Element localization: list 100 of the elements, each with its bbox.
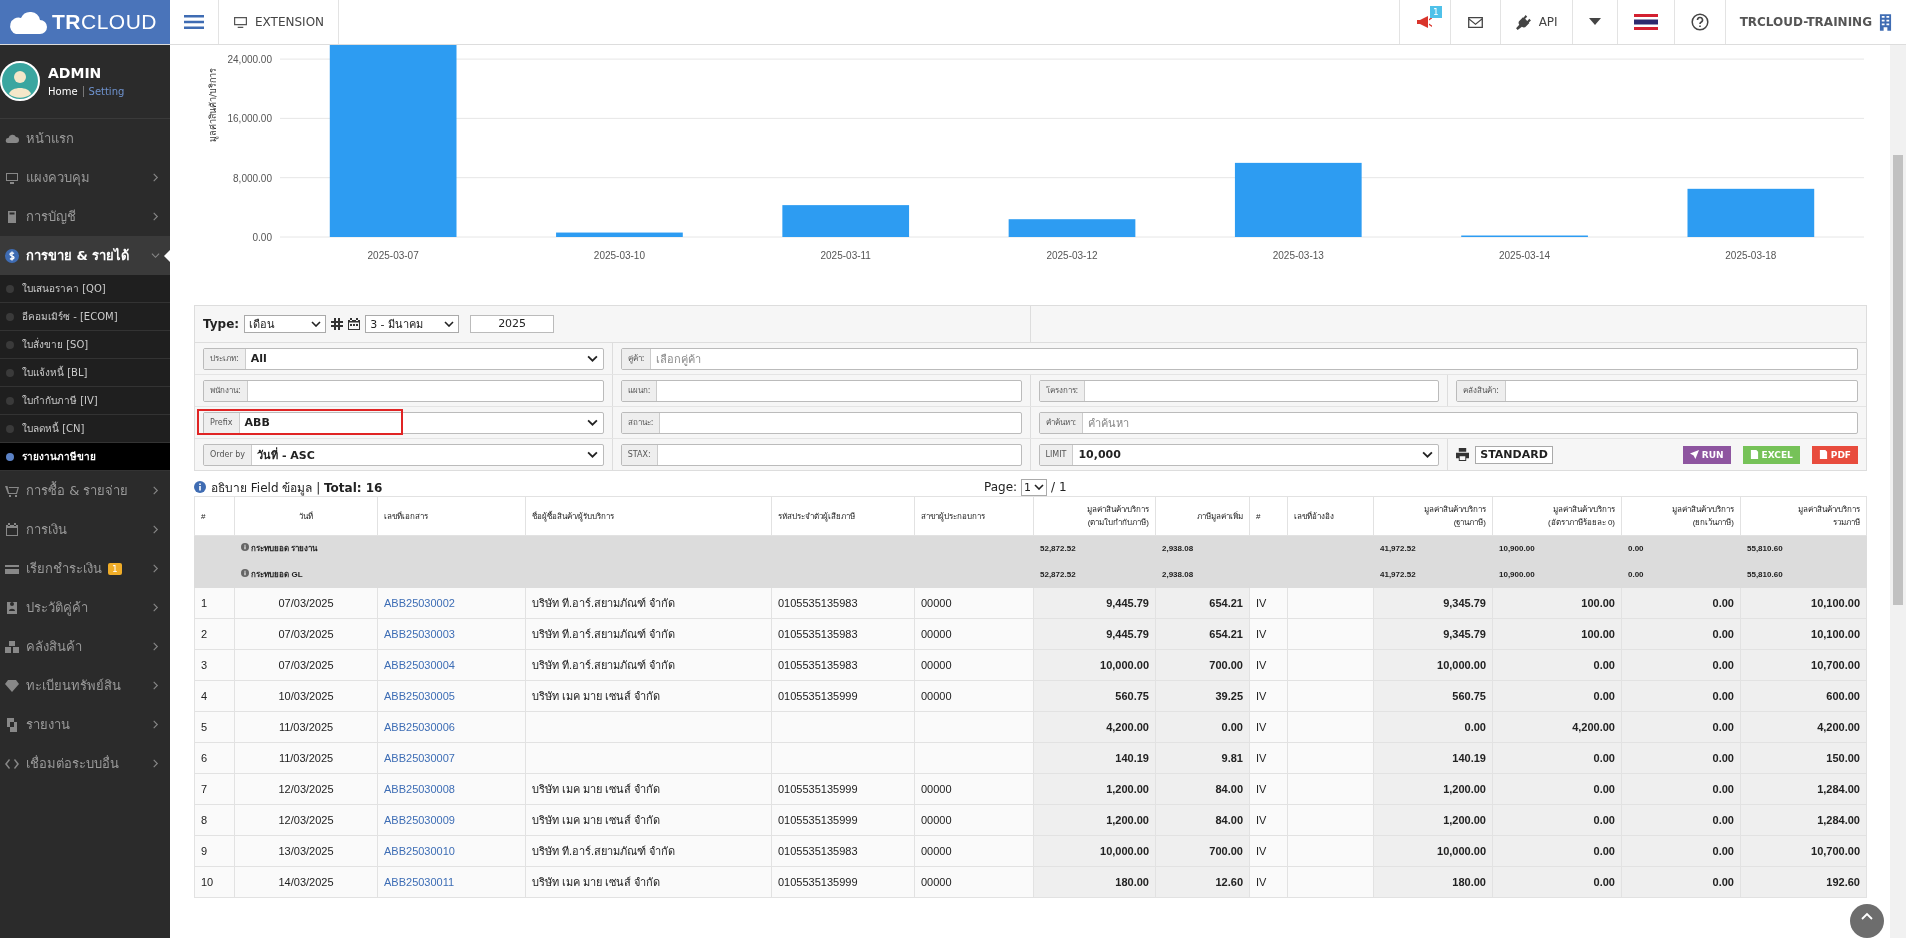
table-cell: 00000 bbox=[921, 659, 952, 671]
sidebar-item[interactable]: แผงควบคุม bbox=[0, 158, 170, 197]
submenu-item[interactable]: ใบเสนอราคา [QO] bbox=[0, 275, 170, 303]
table-cell: 700.00 bbox=[1209, 845, 1243, 857]
file-icon bbox=[1749, 450, 1759, 459]
submenu-item[interactable]: อีคอมเมิร์ซ - [ECOM] bbox=[0, 303, 170, 331]
submenu-item[interactable]: ใบสั่งขาย [SO] bbox=[0, 331, 170, 359]
document-link[interactable]: ABB25030002 bbox=[384, 597, 455, 609]
table-cell: 0105535135983 bbox=[778, 628, 858, 640]
select-field[interactable]: LIMIT 10,000 bbox=[1038, 443, 1440, 466]
table-cell: 11/03/2025 bbox=[278, 721, 334, 733]
table-cell: 9,445.79 bbox=[1106, 628, 1149, 640]
sidebar-item[interactable]: การเงิน bbox=[0, 510, 170, 549]
action-button[interactable]: PDF bbox=[1811, 445, 1858, 464]
input-field[interactable]: พนักงาน: bbox=[203, 379, 604, 402]
sidebar-item[interactable]: การซื้อ & รายจ่าย bbox=[0, 471, 170, 510]
document-link[interactable]: ABB25030007 bbox=[384, 752, 455, 764]
column-header: มูลค่าสินค้า/บริการ (ยกเว้นภาษี) bbox=[1621, 496, 1741, 536]
submenu-item[interactable]: ใบลดหนี้ [CN] bbox=[0, 415, 170, 443]
count-badge: 1 bbox=[108, 562, 122, 575]
logo[interactable]: TRCLOUD bbox=[0, 0, 170, 44]
table-title: อธิบาย Field ข้อมูล | Total: 16 bbox=[211, 479, 383, 497]
summary-cell: 55,810.60 bbox=[1740, 535, 1867, 562]
sidebar-item[interactable]: การขาย & รายได้ bbox=[0, 236, 170, 275]
input-field[interactable]: สถานะ: bbox=[620, 411, 1022, 434]
document-link[interactable]: ABB25030008 bbox=[384, 783, 455, 795]
sidebar-item[interactable]: เชื่อมต่อระบบอื่น bbox=[0, 744, 170, 783]
document-link[interactable]: ABB25030009 bbox=[384, 814, 455, 826]
table-cell: IV bbox=[1256, 783, 1267, 795]
submenu-item[interactable]: รายงานภาษีขาย bbox=[0, 443, 170, 471]
menu-item-icon bbox=[4, 677, 20, 694]
select-field[interactable]: ประเภท: All bbox=[203, 347, 604, 370]
table-cell: 11/03/2025 bbox=[278, 752, 334, 764]
sidebar-item[interactable]: ทะเบียนทรัพย์สิน bbox=[0, 666, 170, 705]
summary-cell: 0.00 bbox=[1621, 535, 1741, 562]
sidebar-item[interactable]: ประวัติคู่ค้า bbox=[0, 588, 170, 627]
monitor-icon bbox=[233, 15, 248, 29]
table-cell: 3 bbox=[201, 659, 208, 671]
format-select[interactable]: STANDARD bbox=[1475, 445, 1554, 464]
select-field[interactable]: Order by วันที่ - ASC bbox=[203, 443, 604, 466]
document-link[interactable]: ABB25030011 bbox=[384, 876, 455, 888]
sidebar-item[interactable]: รายงาน bbox=[0, 705, 170, 744]
table-cell: 140.19 bbox=[1115, 752, 1149, 764]
summary-cell: 0.00 bbox=[1621, 561, 1741, 588]
document-link[interactable]: ABB25030005 bbox=[384, 690, 455, 702]
table-cell: 00000 bbox=[921, 876, 952, 888]
table-cell: 4,200.00 bbox=[1817, 721, 1860, 733]
input-field[interactable]: แผนก: bbox=[620, 379, 1022, 402]
submenu-item[interactable]: ใบแจ้งหนี้ [BL] bbox=[0, 359, 170, 387]
profile-link[interactable]: Home bbox=[48, 85, 83, 97]
input-field[interactable]: คลังสินค้า: bbox=[1456, 379, 1858, 402]
sidebar-item[interactable]: หน้าแรก bbox=[0, 119, 170, 158]
axis-category-label: 2025-03-11 bbox=[820, 250, 871, 261]
select-field[interactable]: Prefix ABB bbox=[203, 411, 604, 434]
table-cell: 39.25 bbox=[1215, 690, 1243, 702]
axis-category-label: 2025-03-12 bbox=[1046, 250, 1098, 261]
document-link[interactable]: ABB25030006 bbox=[384, 721, 455, 733]
table-cell: บริษัท ที.อาร์.สยามภัณฑ์ จำกัด bbox=[532, 845, 676, 857]
file-icon bbox=[1818, 450, 1828, 459]
table-cell: 9.81 bbox=[1221, 752, 1243, 764]
table-cell: บริษัท เมค มาย เซนส์ จำกัด bbox=[532, 876, 661, 888]
megaphone-icon bbox=[1415, 14, 1434, 30]
info-icon bbox=[241, 543, 249, 551]
cloud-icon bbox=[8, 9, 48, 35]
table-cell: 0.00 bbox=[1712, 876, 1734, 888]
month-select[interactable]: 3 - มีนาคม bbox=[365, 315, 460, 333]
submenu-item[interactable]: ใบกำกับภาษี [IV] bbox=[0, 387, 170, 415]
input-field[interactable]: คู่ค้า: เลือกคู่ค้า bbox=[620, 347, 1858, 370]
summary-cell: 10,900.00 bbox=[1492, 535, 1622, 562]
table-cell: 5 bbox=[201, 721, 208, 733]
table-cell: 0105535135999 bbox=[778, 783, 858, 795]
scrollbar[interactable] bbox=[1890, 45, 1906, 938]
table-cell: 12/03/2025 bbox=[278, 783, 334, 795]
table-cell: 00000 bbox=[921, 628, 952, 640]
scroll-top-button[interactable] bbox=[1850, 904, 1884, 938]
page-count: / 1 bbox=[1051, 480, 1067, 494]
document-link[interactable]: ABB25030010 bbox=[384, 845, 455, 857]
type-select[interactable]: เดือน bbox=[244, 315, 327, 333]
table-cell: บริษัท ที.อาร์.สยามภัณฑ์ จำกัด bbox=[532, 628, 676, 640]
document-link[interactable]: ABB25030003 bbox=[384, 628, 455, 640]
paper-plane-icon bbox=[1689, 450, 1699, 459]
table-cell: 600.00 bbox=[1826, 690, 1860, 702]
summary-cell: 52,872.52 bbox=[1033, 561, 1156, 588]
table-cell: 07/03/2025 bbox=[278, 597, 334, 609]
input-field[interactable]: คำค้นหา: คำค้นหา bbox=[1038, 411, 1858, 434]
sidebar-item[interactable]: คลังสินค้า bbox=[0, 627, 170, 666]
page-select[interactable]: 1 bbox=[1021, 478, 1048, 496]
table-cell: 84.00 bbox=[1215, 783, 1243, 795]
column-header: เลขที่อ้างอิง bbox=[1287, 496, 1374, 536]
document-link[interactable]: ABB25030004 bbox=[384, 659, 455, 671]
input-field[interactable]: โครงการ: bbox=[1038, 379, 1440, 402]
action-button[interactable]: RUN bbox=[1682, 445, 1731, 464]
year-field[interactable]: 2025 bbox=[470, 315, 555, 333]
table-cell: IV bbox=[1256, 690, 1267, 702]
input-field[interactable]: STAX: bbox=[620, 443, 1022, 466]
table-cell: 9 bbox=[201, 845, 208, 857]
sidebar-item[interactable]: การบัญชี bbox=[0, 197, 170, 236]
profile-link[interactable]: Setting bbox=[82, 85, 130, 97]
table-cell: 0.00 bbox=[1712, 814, 1734, 826]
sidebar-item[interactable]: เรียกชำระเงิน 1 bbox=[0, 549, 170, 588]
